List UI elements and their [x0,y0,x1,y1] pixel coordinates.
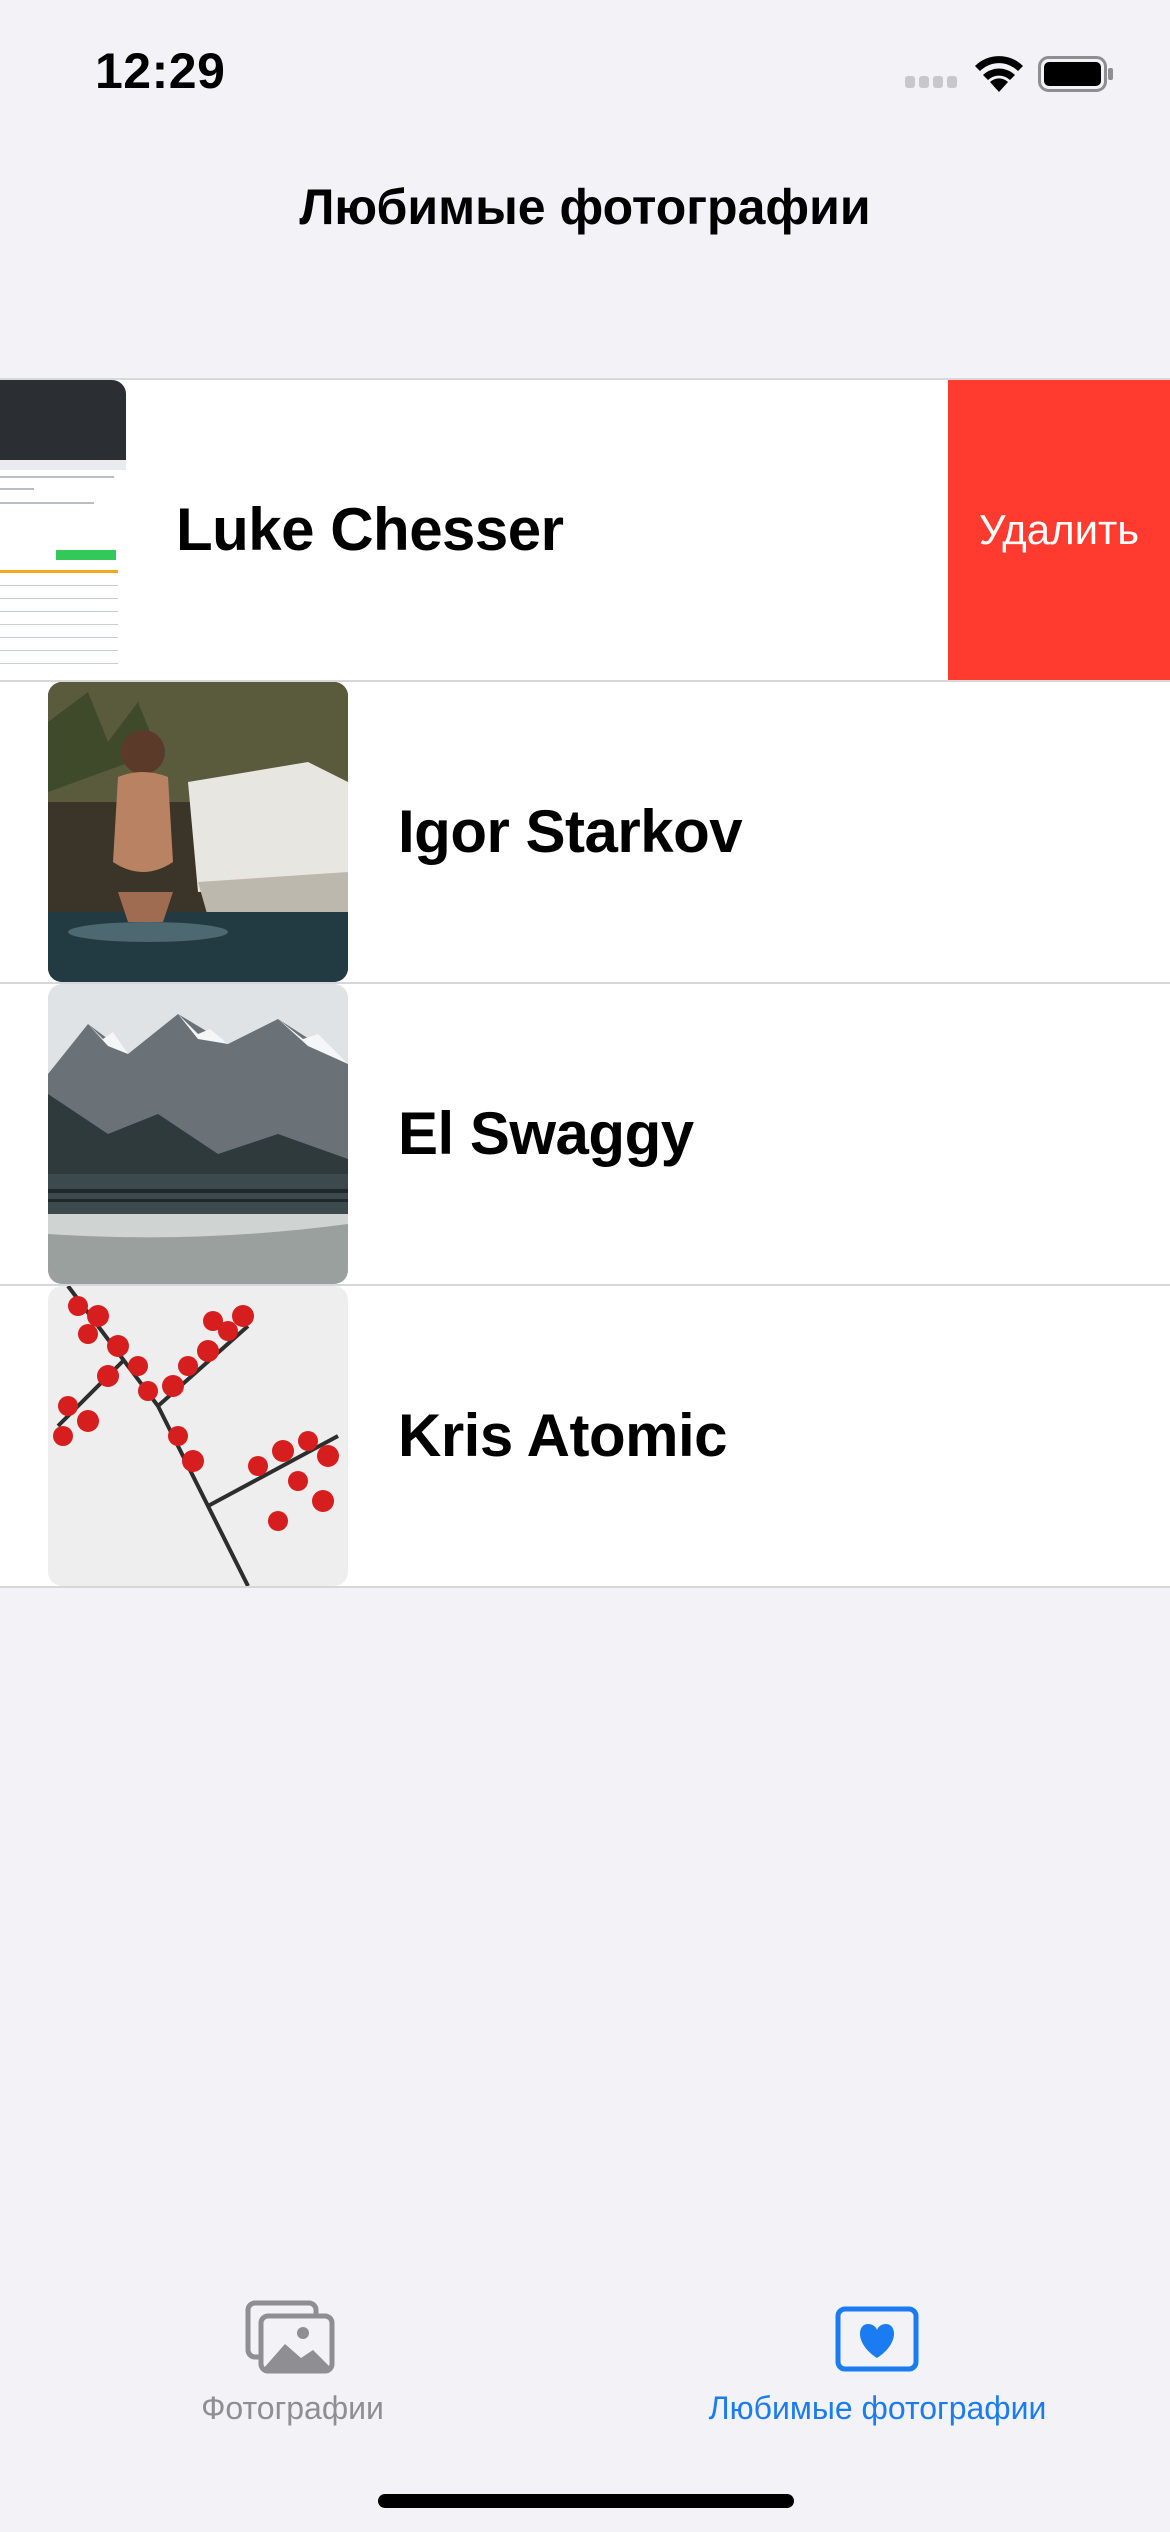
photo-thumbnail [48,1286,348,1586]
status-time: 12:29 [95,43,226,99]
home-indicator [378,2494,794,2508]
author-name: El Swaggy [398,1100,694,1167]
berry-branch-photo-image [48,1286,348,1586]
tab-favorites[interactable]: Любимые фотографии [585,2270,1170,2440]
list-item[interactable]: El Swaggy [0,984,1170,1286]
photo-thumbnail [48,682,348,982]
list-item-content[interactable]: El Swaggy [0,984,1170,1284]
tab-bar: Фотографии Любимые фотографии [0,2270,1170,2532]
page-title: Любимые фотографии [299,179,871,235]
mountain-photo-image [48,984,348,1284]
tab-favorites-label: Любимые фотографии [708,2390,1047,2426]
wifi-icon [975,56,1023,92]
list-item[interactable]: Kris Atomic [0,1286,1170,1588]
list-item-content[interactable]: Luke Chesser [0,380,948,680]
tab-photos-label: Фотографии [201,2390,384,2426]
cellular-signal-icon [905,76,957,88]
status-bar: 12:29 [0,0,1170,140]
photo-thumbnail [48,984,348,1284]
screenshot-thumbnail-image [0,380,126,680]
delete-button[interactable]: Удалить [948,380,1170,680]
list-item-content[interactable]: Igor Starkov [0,682,1170,982]
author-name: Igor Starkov [398,798,743,865]
author-name: Kris Atomic [398,1402,728,1469]
author-name: Luke Chesser [176,496,564,563]
favorites-list: Luke Chesser Удалить Igor Starkov El Swa… [0,378,1170,1588]
battery-icon [1038,56,1113,92]
list-item[interactable]: Luke Chesser Удалить [0,378,1170,682]
heart-icon [835,2306,919,2372]
list-item-content[interactable]: Kris Atomic [0,1286,1170,1586]
tab-photos[interactable]: Фотографии [0,2270,585,2440]
photo-thumbnail [0,380,126,680]
pool-photo-image [48,682,348,982]
list-item[interactable]: Igor Starkov [0,682,1170,984]
photos-icon [245,2300,335,2374]
